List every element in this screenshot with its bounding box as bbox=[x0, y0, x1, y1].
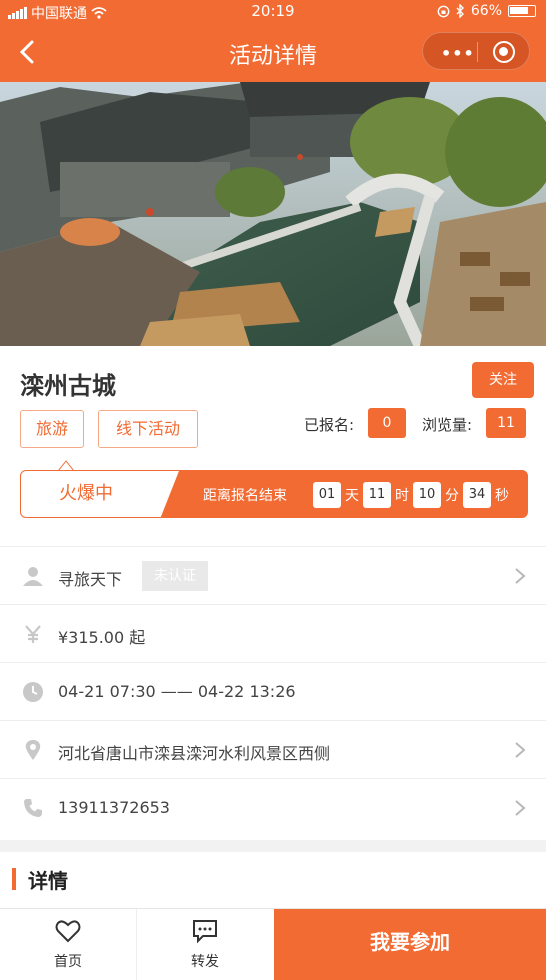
hours-unit: 时 bbox=[395, 488, 409, 504]
address-row[interactable]: 河北省唐山市滦县滦河水利风景区西侧 bbox=[0, 720, 546, 778]
home-label: 首页 bbox=[54, 954, 82, 970]
close-target-icon[interactable] bbox=[493, 41, 515, 63]
time-range: 04-21 07:30 —— 04-22 13:26 bbox=[58, 682, 296, 701]
signed-up-label: 已报名: bbox=[304, 416, 355, 434]
heart-icon bbox=[55, 920, 81, 943]
lock-rotation-icon bbox=[437, 5, 450, 17]
canal-town-photo bbox=[0, 82, 546, 346]
battery-level: 66% bbox=[470, 3, 502, 19]
join-button[interactable]: 我要参加 bbox=[274, 909, 546, 980]
time-row: 04-21 07:30 —— 04-22 13:26 bbox=[0, 662, 546, 720]
price-row: ¥315.00 起 bbox=[0, 604, 546, 662]
views-count: 11 bbox=[486, 408, 526, 438]
nav-bar: 活动详情 ••• bbox=[0, 24, 546, 82]
organizer-row[interactable]: 寻旅天下 未认证 bbox=[0, 546, 546, 604]
chat-bubble-icon bbox=[193, 920, 217, 944]
clock-icon bbox=[23, 682, 43, 702]
follow-button[interactable]: 关注 bbox=[472, 362, 534, 398]
registration-countdown: 火爆中 距离报名结束 01 天 11 时 10 分 34 秒 bbox=[20, 470, 528, 518]
details-title: 详情 bbox=[28, 869, 68, 893]
price: ¥315.00 起 bbox=[58, 628, 146, 647]
battery-icon bbox=[508, 5, 536, 17]
mini-program-capsule: ••• bbox=[422, 32, 530, 70]
tag-travel[interactable]: 旅游 bbox=[20, 410, 84, 448]
section-accent-bar bbox=[12, 868, 16, 890]
organizer-name: 寻旅天下 bbox=[58, 570, 123, 589]
unverified-badge: 未认证 bbox=[142, 561, 208, 591]
location-pin-icon bbox=[25, 740, 41, 760]
tag-offline-activity[interactable]: 线下活动 bbox=[98, 410, 198, 448]
activity-info-card: 滦州古城 关注 旅游 线下活动 已报名: 0 浏览量: 11 火爆中 距离报名结… bbox=[0, 346, 546, 840]
bluetooth-icon bbox=[456, 4, 464, 18]
capsule-divider bbox=[477, 42, 478, 62]
home-tab[interactable]: 首页 bbox=[0, 909, 136, 980]
activity-hero-image bbox=[0, 82, 546, 346]
countdown-hours: 11 bbox=[363, 482, 391, 508]
chevron-right-icon bbox=[515, 742, 526, 758]
details-section: 详情 bbox=[0, 852, 546, 908]
share-label: 转发 bbox=[191, 954, 219, 970]
user-icon bbox=[23, 567, 43, 586]
countdown-seconds: 34 bbox=[463, 482, 491, 508]
seconds-unit: 秒 bbox=[495, 488, 509, 504]
hot-status: 火爆中 bbox=[59, 483, 113, 504]
bottom-toolbar: 首页 转发 我要参加 bbox=[0, 908, 546, 980]
views-label: 浏览量: bbox=[422, 416, 473, 434]
status-bar: 中国联通 20:19 66% bbox=[0, 0, 546, 24]
chevron-right-icon bbox=[515, 800, 526, 816]
more-dots-icon[interactable]: ••• bbox=[441, 44, 475, 63]
top-bar: 中国联通 20:19 66% 活动详情 ••• bbox=[0, 0, 546, 82]
chevron-right-icon bbox=[515, 568, 526, 584]
phone-row[interactable]: 13911372653 bbox=[0, 778, 546, 836]
yen-icon bbox=[25, 625, 41, 643]
signed-up-count: 0 bbox=[368, 408, 406, 438]
countdown-label: 距离报名结束 bbox=[203, 488, 287, 504]
activity-name: 滦州古城 bbox=[20, 372, 116, 400]
days-unit: 天 bbox=[345, 488, 359, 504]
phone-number: 13911372653 bbox=[58, 798, 170, 817]
share-tab[interactable]: 转发 bbox=[137, 909, 273, 980]
phone-icon bbox=[24, 799, 42, 817]
countdown-days: 01 bbox=[313, 482, 341, 508]
minutes-unit: 分 bbox=[445, 488, 459, 504]
countdown-minutes: 10 bbox=[413, 482, 441, 508]
address: 河北省唐山市滦县滦河水利风景区西侧 bbox=[58, 744, 331, 763]
